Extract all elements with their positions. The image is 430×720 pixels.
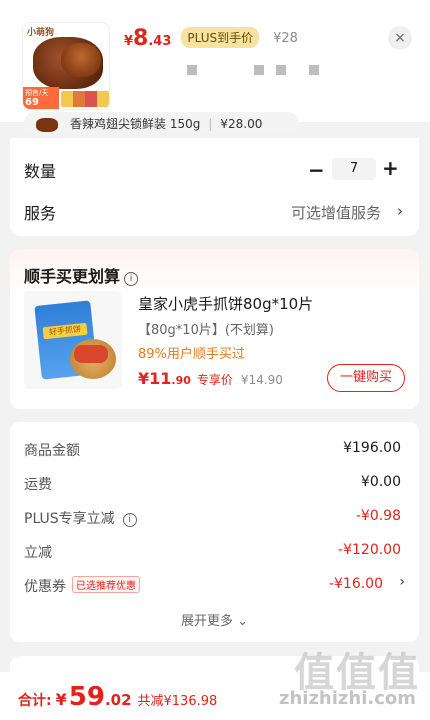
addon-card: 顺手买更划算 i 好手抓饼 皇家小虎手抓饼80g*10片 【80g*10片】(不划… <box>10 249 419 409</box>
quantity-input[interactable]: 7 <box>332 158 376 180</box>
price-row: ¥ 8 .43 PLUS到手价 ¥28 <box>124 26 298 51</box>
price-decimal: .43 <box>148 34 172 49</box>
coupon-label-wrap: 优惠券 已选推荐优惠 <box>24 576 140 596</box>
addon-title: 顺手买更划算 i <box>24 263 139 287</box>
product-header: 小萌狗 预售/天 69 ¥ 8 .43 PLUS到手价 ¥28 × <box>0 0 430 122</box>
product-thumbnail: 小萌狗 预售/天 69 <box>22 22 110 110</box>
total-currency: ¥ <box>55 690 67 709</box>
addon-price-dec: .90 <box>171 374 191 387</box>
placeholder-square <box>254 65 264 75</box>
chicken-image-detail <box>61 43 101 77</box>
spec-divider: | <box>208 117 213 131</box>
addon-price-int: ¥11 <box>138 369 172 388</box>
quantity-label: 数量 <box>24 162 57 181</box>
summary-label: PLUS专享立减 <box>24 511 115 527</box>
addon-title-text: 顺手买更划算 <box>24 267 121 286</box>
summary-row-coupon[interactable]: 优惠券 已选推荐优惠 -¥16.00 <box>24 576 383 596</box>
package-label: 好手抓饼 <box>42 322 88 340</box>
placeholder-square <box>309 65 319 75</box>
summary-row: 立减 -¥120.00 <box>24 542 401 562</box>
summary-label: 优惠券 <box>24 579 66 595</box>
thumb-tag-text: 预售/天 <box>25 89 49 97</box>
chevron-right-icon[interactable]: › <box>397 202 403 220</box>
total-decimal: .02 <box>104 691 132 709</box>
spec-price: ¥28.00 <box>220 117 263 131</box>
close-icon[interactable]: × <box>388 26 412 50</box>
options-card: 数量 − 7 + 服务 可选增值服务 › <box>10 138 419 236</box>
roll-image <box>74 345 108 363</box>
addon-product-image[interactable]: 好手抓饼 <box>24 291 122 389</box>
price-summary-card: 商品金额 ¥196.00 运费 ¥0.00 PLUS专享立减 i -¥0.98 立… <box>10 422 419 642</box>
spec-thumb <box>36 118 58 132</box>
summary-value: ¥196.00 <box>343 440 401 456</box>
summary-value: -¥120.00 <box>338 542 401 558</box>
quantity-plus-button[interactable]: + <box>382 156 399 180</box>
thumb-tag-price: 69 <box>25 97 39 108</box>
spec-text: 香辣鸡翅尖锁鲜装 150g | ¥28.00 <box>70 115 262 132</box>
addon-product-name[interactable]: 皇家小虎手抓饼80g*10片 <box>138 293 313 314</box>
quantity-minus-button[interactable]: − <box>308 158 325 182</box>
service-label: 服务 <box>24 204 57 223</box>
coupon-badge: 已选推荐优惠 <box>72 576 140 593</box>
addon-price-row: ¥11 .90 专享价 ¥14.90 <box>138 369 283 388</box>
one-click-buy-button[interactable]: 一键购买 <box>327 364 405 392</box>
summary-value: -¥0.98 <box>355 508 401 524</box>
total-price: 合计: ¥ 59 .02 共减¥136.98 <box>18 682 217 712</box>
package-strip <box>61 91 109 107</box>
info-icon[interactable]: i <box>122 513 137 527</box>
spec-name: 香辣鸡翅尖锁鲜装 150g <box>70 117 201 131</box>
expand-more-button[interactable]: 展开更多 ⌄ <box>10 610 419 629</box>
total-saved: 共减¥136.98 <box>137 694 218 709</box>
addon-price-tag: 专享价 <box>196 373 233 387</box>
summary-row: 运费 ¥0.00 <box>24 474 401 494</box>
total-label: 合计: <box>18 693 52 709</box>
placeholder-square <box>187 65 197 75</box>
summary-label: 商品金额 <box>24 443 80 459</box>
summary-label: 立减 <box>24 545 52 561</box>
total-integer: 59 <box>68 682 105 712</box>
price-currency: ¥ <box>124 34 134 49</box>
watermark-url: zhizhizhi.com <box>278 688 416 709</box>
thumb-price-tag: 预售/天 69 <box>23 87 59 109</box>
summary-value: -¥16.00 <box>328 576 383 592</box>
summary-label-plus: PLUS专享立减 i <box>24 508 137 528</box>
info-icon[interactable]: i <box>124 272 139 286</box>
addon-original-price: ¥14.90 <box>240 373 283 387</box>
addon-product-spec: 【80g*10片】(不划算) <box>138 323 274 338</box>
summary-label: 运费 <box>24 477 52 493</box>
summary-row: 商品金额 ¥196.00 <box>24 440 401 460</box>
summary-row: PLUS专享立减 i -¥0.98 <box>24 508 401 528</box>
addon-buy-ratio: 89%用户顺手买过 <box>138 347 245 362</box>
service-value[interactable]: 可选增值服务 <box>291 202 381 223</box>
price-integer: 8 <box>133 26 149 51</box>
summary-value: ¥0.00 <box>360 474 401 490</box>
brand-logo: 小萌狗 <box>27 28 55 38</box>
placeholder-square <box>276 65 286 75</box>
chevron-right-icon[interactable]: › <box>399 574 405 590</box>
spec-option-selected[interactable]: 香辣鸡翅尖锁鲜装 150g | ¥28.00 <box>24 112 299 134</box>
original-price: ¥28 <box>273 31 298 46</box>
plus-price-badge: PLUS到手价 <box>181 27 260 48</box>
